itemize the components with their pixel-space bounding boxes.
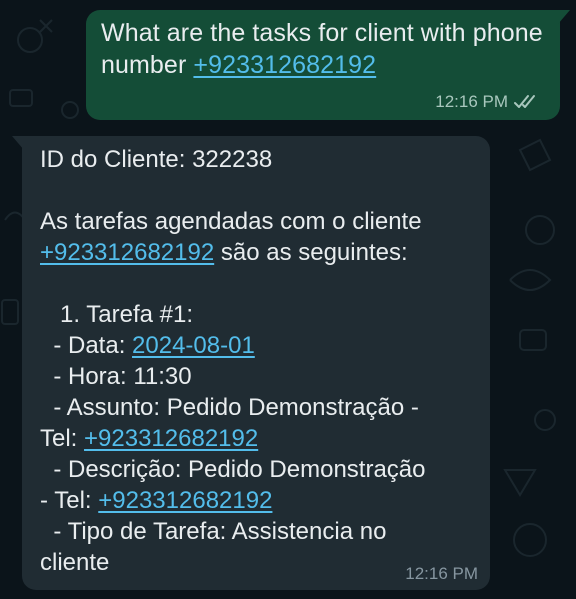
client-id-line: ID do Cliente: 322238 [40, 146, 273, 173]
task-type-line: - Tipo de Tarefa: Assistencia no [40, 518, 387, 545]
message-time: 12:16 PM [405, 564, 478, 583]
bubble-tail [558, 10, 570, 24]
task-hour-line: - Hora: 11:30 [40, 363, 192, 390]
message-time: 12:16 PM [435, 92, 508, 111]
date-label: - Data: [40, 332, 133, 359]
tel-label: Tel: [40, 425, 85, 452]
intro-line: As tarefas agendadas com o cliente [40, 208, 422, 235]
bubble-tail [12, 136, 24, 150]
date-link[interactable]: 2024-08-01 [132, 332, 255, 359]
task-subject-tel-line: Tel: +923312682192 [40, 423, 476, 454]
task-title: 1. Tarefa #1: [40, 301, 193, 328]
outgoing-message-text: What are the tasks for client with phone… [101, 17, 544, 81]
double-check-icon [514, 95, 535, 108]
outgoing-message-bubble[interactable]: What are the tasks for client with phone… [86, 10, 570, 120]
intro-phone-line: +923312682192 são as seguintes: [40, 237, 476, 268]
outgoing-meta: 12:16 PM [435, 92, 540, 112]
phone-link[interactable]: +923312682192 [98, 487, 272, 514]
phone-link[interactable]: +923312682192 [84, 425, 258, 452]
incoming-message-bubble[interactable]: ID do Cliente: 322238 As tarefas agendad… [12, 136, 490, 590]
task-description-tel-line: - Tel: +923312682192 [40, 485, 476, 516]
phone-link[interactable]: +923312682192 [40, 239, 214, 266]
intro-suffix: são as seguintes: [214, 239, 408, 266]
tel-label: - Tel: [40, 487, 99, 514]
task-subject-line: - Assunto: Pedido Demonstração - [40, 394, 419, 421]
task-description-line: - Descrição: Pedido Demonstração [40, 456, 426, 483]
task-date-line: - Data: 2024-08-01 [40, 330, 476, 361]
phone-link[interactable]: +923312682192 [193, 51, 376, 79]
